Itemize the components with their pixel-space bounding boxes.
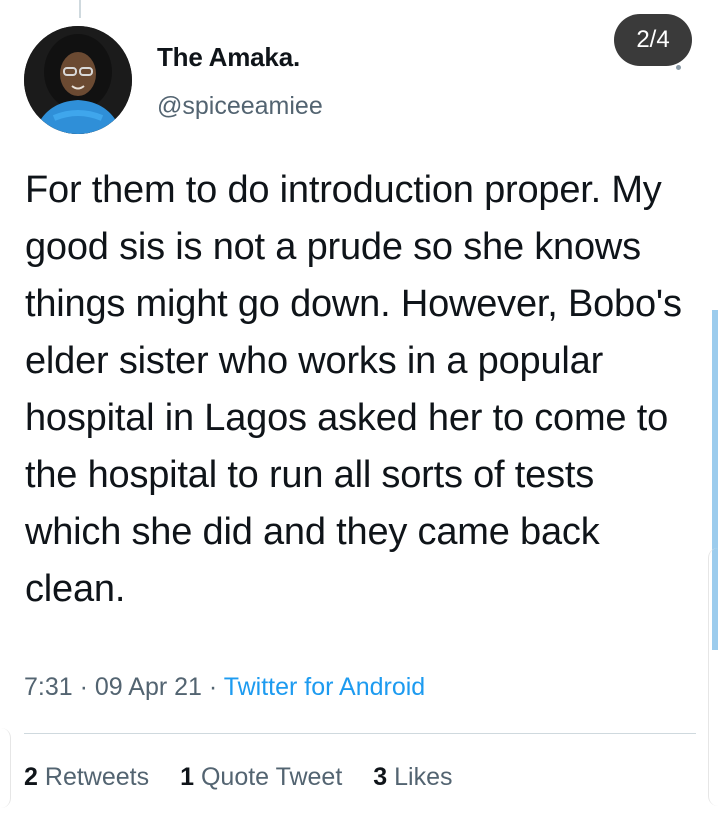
tweet-source-link[interactable]: Twitter for Android [224,673,425,701]
tweet-time[interactable]: 7:31 [24,673,73,701]
engagement-stats: 2 Retweets 1 Quote Tweet 3 Likes [24,763,477,792]
tweet-text: For them to do introduction proper. My g… [25,169,682,610]
retweets-label: Retweets [44,763,150,791]
right-edge-frame [708,548,718,806]
likes-count: 3 [373,763,388,791]
meta-separator: · [79,673,88,701]
page-indicator-badge: 2/4 [614,14,692,66]
avatar-photo [24,26,132,134]
author-display-name[interactable]: The Amaka. [157,42,300,73]
left-edge-frame [0,728,11,808]
tweet-date[interactable]: 09 Apr 21 [95,673,202,701]
avatar[interactable] [24,26,132,134]
retweets-count: 2 [24,763,38,791]
retweets-stat[interactable]: 2 Retweets [24,763,156,791]
more-dot-icon[interactable] [676,65,681,70]
author-handle[interactable]: @spiceeamiee [157,92,323,121]
thread-connector-line [79,0,81,18]
quotes-label: Quote Tweet [200,763,343,791]
quotes-count: 1 [180,763,194,791]
stats-divider [24,733,696,734]
tweet-meta: 7:31 · 09 Apr 21 · Twitter for Android [24,673,425,702]
quotes-stat[interactable]: 1 Quote Tweet [180,763,349,791]
likes-stat[interactable]: 3 Likes [373,763,452,791]
meta-separator: · [208,673,218,701]
likes-label: Likes [394,763,453,791]
